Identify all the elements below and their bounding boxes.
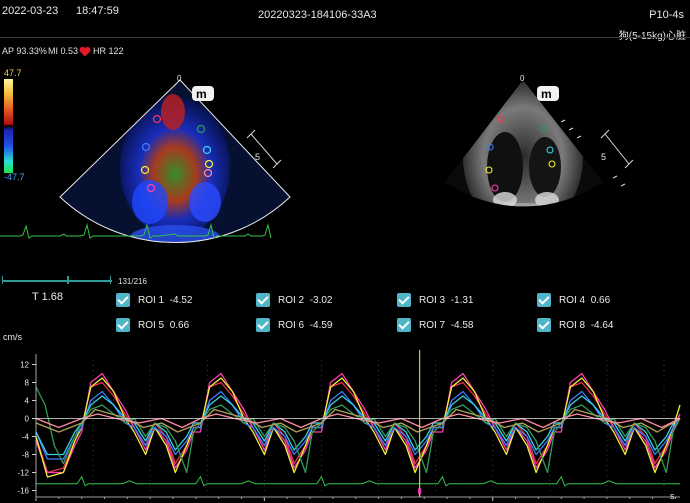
ap-readout: AP 93.33% xyxy=(2,46,47,56)
roi-4-checkbox[interactable]: ROI 4 0.66 xyxy=(537,293,610,307)
roi-6-checkbox[interactable]: ROI 6 -4.59 xyxy=(256,318,332,332)
checkbox-checked-icon xyxy=(116,293,130,307)
roi-value: -3.02 xyxy=(309,294,333,306)
roi-label: ROI 7 xyxy=(419,319,446,331)
cine-end-tick xyxy=(110,276,111,284)
probe-label: P10-4s xyxy=(649,9,684,21)
chart-axes: 12840-4-8-12-16012 xyxy=(17,350,680,503)
time-label: 18:47:59 xyxy=(76,5,119,17)
preset-label: 狗(5-15kg)心脏 xyxy=(619,27,686,42)
checkbox-checked-icon xyxy=(256,293,270,307)
left-ecg-trace xyxy=(0,223,272,239)
right-marker: m xyxy=(541,87,552,101)
y-tick-label: -8 xyxy=(22,451,30,460)
roi-8-checkbox[interactable]: ROI 8 -4.64 xyxy=(537,318,613,332)
left-depth-zero: 0 xyxy=(177,74,182,83)
checkbox-checked-icon xyxy=(397,318,411,332)
scale-max-label: 47.7 xyxy=(4,68,22,78)
hr-readout: HR 122 xyxy=(93,46,124,56)
roi-3-checkbox[interactable]: ROI 3 -1.31 xyxy=(397,293,473,307)
roi-label: ROI 2 xyxy=(278,294,305,306)
time-readout: T 1.68 xyxy=(32,291,63,303)
checkbox-checked-icon xyxy=(256,318,270,332)
ecg-trace xyxy=(36,475,680,487)
roi-value: 0.66 xyxy=(590,294,611,306)
roi-1-checkbox[interactable]: ROI 1 -4.52 xyxy=(116,293,192,307)
y-tick-label: -16 xyxy=(17,487,29,496)
chart-series xyxy=(35,372,681,487)
roi-label: ROI 5 xyxy=(138,319,165,331)
roi-label: ROI 1 xyxy=(138,294,165,306)
header-divider xyxy=(0,37,690,38)
series-line-2 xyxy=(35,372,681,474)
checkbox-checked-icon xyxy=(116,318,130,332)
y-tick-label: 0 xyxy=(25,415,30,424)
roi-7-checkbox[interactable]: ROI 7 -4.58 xyxy=(397,318,473,332)
left-depth-mark: 5 xyxy=(255,152,260,162)
roi-value: -4.59 xyxy=(309,319,333,331)
roi-5-checkbox[interactable]: ROI 5 0.66 xyxy=(116,318,189,332)
velocity-curves-chart[interactable]: 12840-4-8-12-16012 xyxy=(0,340,690,503)
checkbox-checked-icon xyxy=(397,293,411,307)
roi-label: ROI 6 xyxy=(278,319,305,331)
roi-label: ROI 8 xyxy=(559,319,586,331)
y-tick-label: -4 xyxy=(22,433,30,442)
roi-value: -1.31 xyxy=(450,294,474,306)
cine-scrollbar[interactable] xyxy=(2,280,112,282)
chart-grid xyxy=(35,360,665,495)
study-id: 20220323-184106-33A3 xyxy=(258,9,377,21)
y-tick-label: 8 xyxy=(25,379,30,388)
roi-label: ROI 4 xyxy=(559,294,586,306)
cine-thumb[interactable] xyxy=(66,276,69,284)
date-label: 2022-03-23 xyxy=(2,5,59,17)
left-marker: m xyxy=(196,87,207,101)
checkbox-checked-icon xyxy=(537,293,551,307)
right-depth-zero: 0 xyxy=(520,74,525,83)
roi-value: -4.52 xyxy=(169,294,193,306)
velocity-color-bar xyxy=(4,79,13,173)
cine-start-tick xyxy=(2,276,3,284)
y-tick-label: -12 xyxy=(17,469,29,478)
scale-min-label: -47.7 xyxy=(4,172,25,182)
heart-icon xyxy=(79,46,91,57)
cursor-marker xyxy=(418,488,422,495)
roi-value: -4.64 xyxy=(590,319,614,331)
roi-value: -4.58 xyxy=(450,319,474,331)
mi-readout: MI 0.53 xyxy=(48,46,79,56)
y-tick-label: 12 xyxy=(20,361,29,370)
right-depth-mark: 5 xyxy=(601,152,606,162)
roi-label: ROI 3 xyxy=(419,294,446,306)
series-line-1 xyxy=(35,381,681,474)
right-ultrasound-view[interactable]: 0 5 m xyxy=(425,72,665,252)
cine-frame-counter: 131/216 xyxy=(118,277,147,286)
roi-2-checkbox[interactable]: ROI 2 -3.02 xyxy=(256,293,332,307)
y-tick-label: 4 xyxy=(25,397,30,406)
roi-value: 0.66 xyxy=(169,319,190,331)
checkbox-checked-icon xyxy=(537,318,551,332)
